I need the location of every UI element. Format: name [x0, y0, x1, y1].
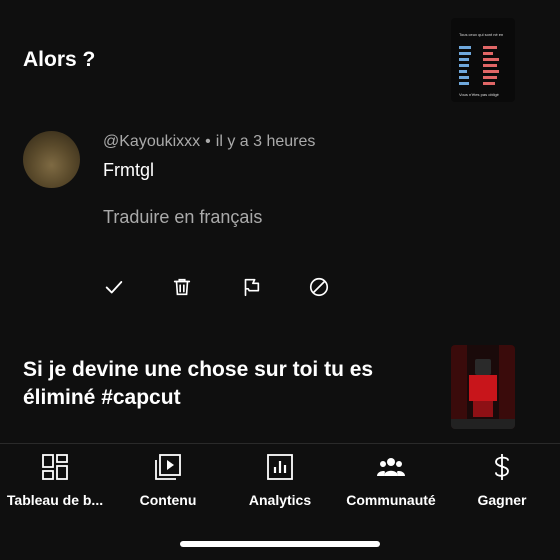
home-indicator[interactable] [180, 541, 380, 547]
analytics-icon [267, 454, 293, 480]
content-icon [155, 454, 181, 480]
thumbnail-figure [473, 401, 493, 417]
dashboard-icon [42, 454, 68, 480]
nav-label: Tableau de b... [6, 492, 104, 508]
thumbnail-text: Vous n'êtes pas obligé [459, 92, 499, 97]
nav-item-analytics[interactable]: Analytics [230, 452, 330, 508]
thumbnail-figure [475, 359, 491, 375]
comment-time: il y a 3 heures [215, 133, 316, 150]
video-thumbnail[interactable]: Tous ceux qui sont né en Vous n'êtes pas… [451, 18, 515, 102]
nav-label: Analytics [248, 492, 312, 508]
thumbnail-curtain [499, 345, 515, 429]
comment-meta: @Kayoukixxx • il y a 3 heures [103, 133, 315, 151]
meta-separator: • [205, 133, 211, 150]
community-icon [377, 458, 405, 476]
nav-label: Gagner [477, 492, 527, 508]
comment-text: Frmtgl [103, 160, 154, 180]
nav-label: Contenu [139, 492, 197, 508]
nav-item-content[interactable]: Contenu [118, 452, 218, 508]
trash-icon[interactable] [171, 276, 193, 298]
translate-link[interactable]: Traduire en français [103, 207, 262, 228]
video-title[interactable]: Alors ? [23, 46, 95, 74]
nav-item-earn[interactable]: Gagner [452, 452, 552, 508]
check-icon[interactable] [103, 276, 125, 298]
thumbnail-text: Tous ceux qui sont né en [459, 32, 504, 37]
block-icon[interactable] [308, 276, 330, 298]
thumbnail-floor [451, 419, 515, 429]
thumbnail-curtain [451, 345, 467, 429]
nav-label: Communauté [346, 492, 436, 508]
thumbnail-figure [469, 375, 497, 401]
video-title[interactable]: Si je devine une chose sur toi tu es éli… [23, 356, 433, 412]
nav-item-dashboard[interactable]: Tableau de b... [0, 452, 110, 508]
flag-icon[interactable] [240, 276, 262, 298]
video-thumbnail[interactable] [451, 345, 515, 429]
nav-item-community[interactable]: Communauté [336, 452, 446, 508]
dollar-icon [495, 454, 509, 480]
comment-author[interactable]: @Kayoukixxx [103, 133, 200, 150]
avatar[interactable] [23, 131, 80, 188]
